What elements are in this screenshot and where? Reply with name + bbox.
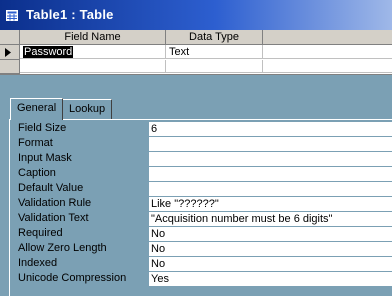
- property-value-indexed[interactable]: No: [149, 257, 392, 271]
- property-label-default-value: Default Value: [18, 182, 84, 194]
- field-name-cell[interactable]: Password: [20, 45, 166, 59]
- data-type-cell-empty[interactable]: [166, 60, 263, 73]
- property-value-validation-rule[interactable]: Like "??????": [149, 197, 392, 211]
- property-value-format[interactable]: [149, 137, 392, 151]
- property-value-default-value[interactable]: [149, 182, 392, 196]
- property-value-field-size[interactable]: 6: [149, 122, 392, 136]
- column-header-data-type[interactable]: Data Type: [166, 30, 263, 45]
- property-label-validation-text: Validation Text: [18, 212, 89, 224]
- property-value-caption[interactable]: [149, 167, 392, 181]
- grid-corner: [0, 30, 20, 45]
- title-bar[interactable]: Table1 : Table: [0, 0, 392, 30]
- column-header-description[interactable]: [263, 30, 392, 45]
- data-type-cell[interactable]: Text: [166, 45, 263, 59]
- column-header-field-name[interactable]: Field Name: [20, 30, 166, 45]
- current-row-arrow-icon: [5, 48, 11, 57]
- property-label-required: Required: [18, 227, 63, 239]
- description-cell-empty[interactable]: [263, 60, 392, 73]
- table-icon: [6, 9, 18, 21]
- table-design-window: Table1 : Table Field Name Data Type Pass…: [0, 0, 392, 296]
- property-value-unicode-compression[interactable]: Yes: [149, 272, 392, 286]
- property-value-required[interactable]: No: [149, 227, 392, 241]
- property-value-validation-text[interactable]: "Acquisition number must be 6 digits": [149, 212, 392, 226]
- row-selector[interactable]: [0, 45, 20, 60]
- field-name-value[interactable]: Password: [23, 46, 74, 58]
- field-name-cell-empty[interactable]: [20, 60, 166, 73]
- property-value-input-mask[interactable]: [149, 152, 392, 166]
- tab-lookup[interactable]: Lookup: [62, 99, 113, 119]
- property-value-allow-zero-length[interactable]: No: [149, 242, 392, 256]
- row-selector-empty[interactable]: [0, 60, 20, 74]
- window-title: Table1 : Table: [26, 7, 114, 22]
- property-label-input-mask: Input Mask: [18, 152, 72, 164]
- field-grid: Field Name Data Type Password Text: [0, 30, 392, 75]
- property-label-field-size: Field Size: [18, 122, 67, 134]
- property-label-format: Format: [18, 137, 53, 149]
- tab-general[interactable]: General: [10, 98, 64, 120]
- description-cell[interactable]: [263, 45, 392, 59]
- property-label-unicode-compression: Unicode Compression: [18, 272, 127, 284]
- property-label-caption: Caption: [18, 167, 56, 179]
- property-label-allow-zero-length: Allow Zero Length: [18, 242, 107, 254]
- property-label-indexed: Indexed: [18, 257, 58, 269]
- property-label-validation-rule: Validation Rule: [18, 197, 92, 209]
